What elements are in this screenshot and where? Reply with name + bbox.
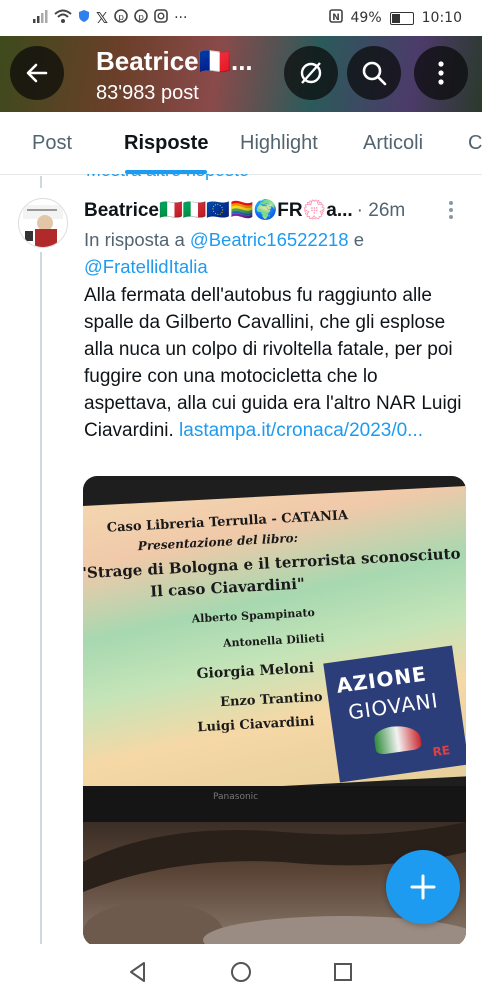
nav-recents-button[interactable]	[329, 958, 357, 986]
svg-text:p: p	[138, 13, 144, 23]
vertical-dots-icon	[438, 61, 444, 85]
reply-to-line: In risposta a @Beatric16522218 e @Fratel…	[84, 226, 464, 280]
azione-giovani-poster: AZIONE GIOVANI RE	[323, 645, 466, 783]
pinterest-icon: p	[134, 9, 148, 27]
profile-name: Beatrice🇫🇷...	[96, 46, 253, 76]
tv-brand: Panasonic	[213, 792, 259, 802]
back-triangle-icon	[130, 962, 145, 982]
tab-risposte[interactable]: Risposte	[124, 132, 208, 155]
svg-text:N: N	[332, 13, 340, 23]
nav-back-button[interactable]	[124, 958, 152, 986]
shield-icon	[78, 9, 90, 27]
x-icon: 𝕏	[96, 9, 109, 27]
tab-highlight[interactable]: Highlight	[240, 132, 318, 155]
screen-line: Giorgia Meloni	[196, 660, 315, 683]
mute-button[interactable]	[284, 46, 338, 100]
tweet-more-icon[interactable]	[448, 200, 454, 220]
profile-tabs: Post Risposte Highlight Articoli C	[0, 112, 482, 175]
tab-c[interactable]: C	[468, 132, 482, 155]
clock: 10:10	[421, 10, 462, 26]
wifi-icon	[54, 9, 72, 27]
tweet-url-link[interactable]: lastampa.it/cronaca/2023/0...	[179, 420, 423, 441]
compose-button[interactable]	[386, 850, 460, 924]
instagram-icon	[154, 9, 168, 27]
back-button[interactable]	[10, 46, 64, 100]
home-circle-icon	[231, 962, 251, 982]
battery-percent: 49%	[350, 10, 382, 26]
mention-link[interactable]: @FratellidItalia	[84, 256, 208, 277]
nfc-icon: N	[328, 9, 343, 27]
thread-line	[40, 252, 42, 944]
active-tab-indicator	[125, 170, 207, 174]
signal-icon	[32, 9, 48, 27]
avatar[interactable]	[18, 198, 68, 248]
battery-icon	[389, 11, 414, 25]
arrow-left-icon	[26, 63, 48, 83]
battery-level	[391, 13, 401, 23]
thread-line	[40, 176, 42, 188]
screen-line: Alberto Spampinato	[191, 606, 316, 626]
screen-line: Enzo Trantino	[219, 689, 323, 711]
search-button[interactable]	[347, 46, 401, 100]
post-count: 83'983 post	[96, 82, 199, 104]
tweet-time: · 26m	[356, 200, 406, 221]
tab-articoli[interactable]: Articoli	[363, 132, 423, 155]
tweet-text: Alla fermata dell'autobus fu raggiunto a…	[84, 282, 468, 444]
status-bar: 𝕏 p p ··· N 49% 10:10	[0, 0, 482, 36]
mention-link[interactable]: @Beatric16522218	[190, 229, 349, 250]
poster-small-text: RE	[431, 742, 451, 760]
system-nav-bar	[0, 944, 482, 1000]
screen-line: Luigi Ciavardini	[197, 714, 315, 736]
notification-icons: 𝕏 p p ···	[32, 9, 187, 27]
nav-home-button[interactable]	[227, 958, 255, 986]
tv-frame	[83, 786, 466, 822]
screen-line: Presentazione del libro:	[137, 530, 299, 554]
plus-icon	[410, 874, 436, 900]
circle-slash-icon	[300, 62, 322, 84]
reply-to-prefix: In risposta a	[84, 229, 185, 250]
profile-header: Beatrice🇫🇷... 83'983 post	[0, 36, 482, 112]
tweet-body: Alla fermata dell'autobus fu raggiunto a…	[84, 285, 462, 441]
search-icon	[362, 61, 387, 86]
more-options-button[interactable]	[414, 46, 468, 100]
screen-line: Il caso Ciavardini"	[149, 574, 306, 601]
tweet-author[interactable]: Beatrice🇮🇹🇮🇹🇪🇺🏳️‍🌈🌍FR💮a...	[84, 200, 353, 221]
flame-logo-icon	[372, 722, 423, 756]
tweet-header: Beatrice🇮🇹🇮🇹🇪🇺🏳️‍🌈🌍FR💮a... · 26m	[84, 198, 405, 222]
tab-post[interactable]: Post	[32, 132, 72, 155]
reply-to-and: e	[353, 229, 365, 250]
screen-line: Caso Libreria Terrulla - CATANIA	[106, 508, 349, 536]
screen-line: Antonella Dilieti	[222, 631, 325, 650]
pinterest-icon: p	[114, 9, 128, 27]
recents-square-icon	[334, 963, 352, 981]
svg-text:p: p	[118, 13, 124, 23]
more-icon: ···	[174, 10, 188, 26]
